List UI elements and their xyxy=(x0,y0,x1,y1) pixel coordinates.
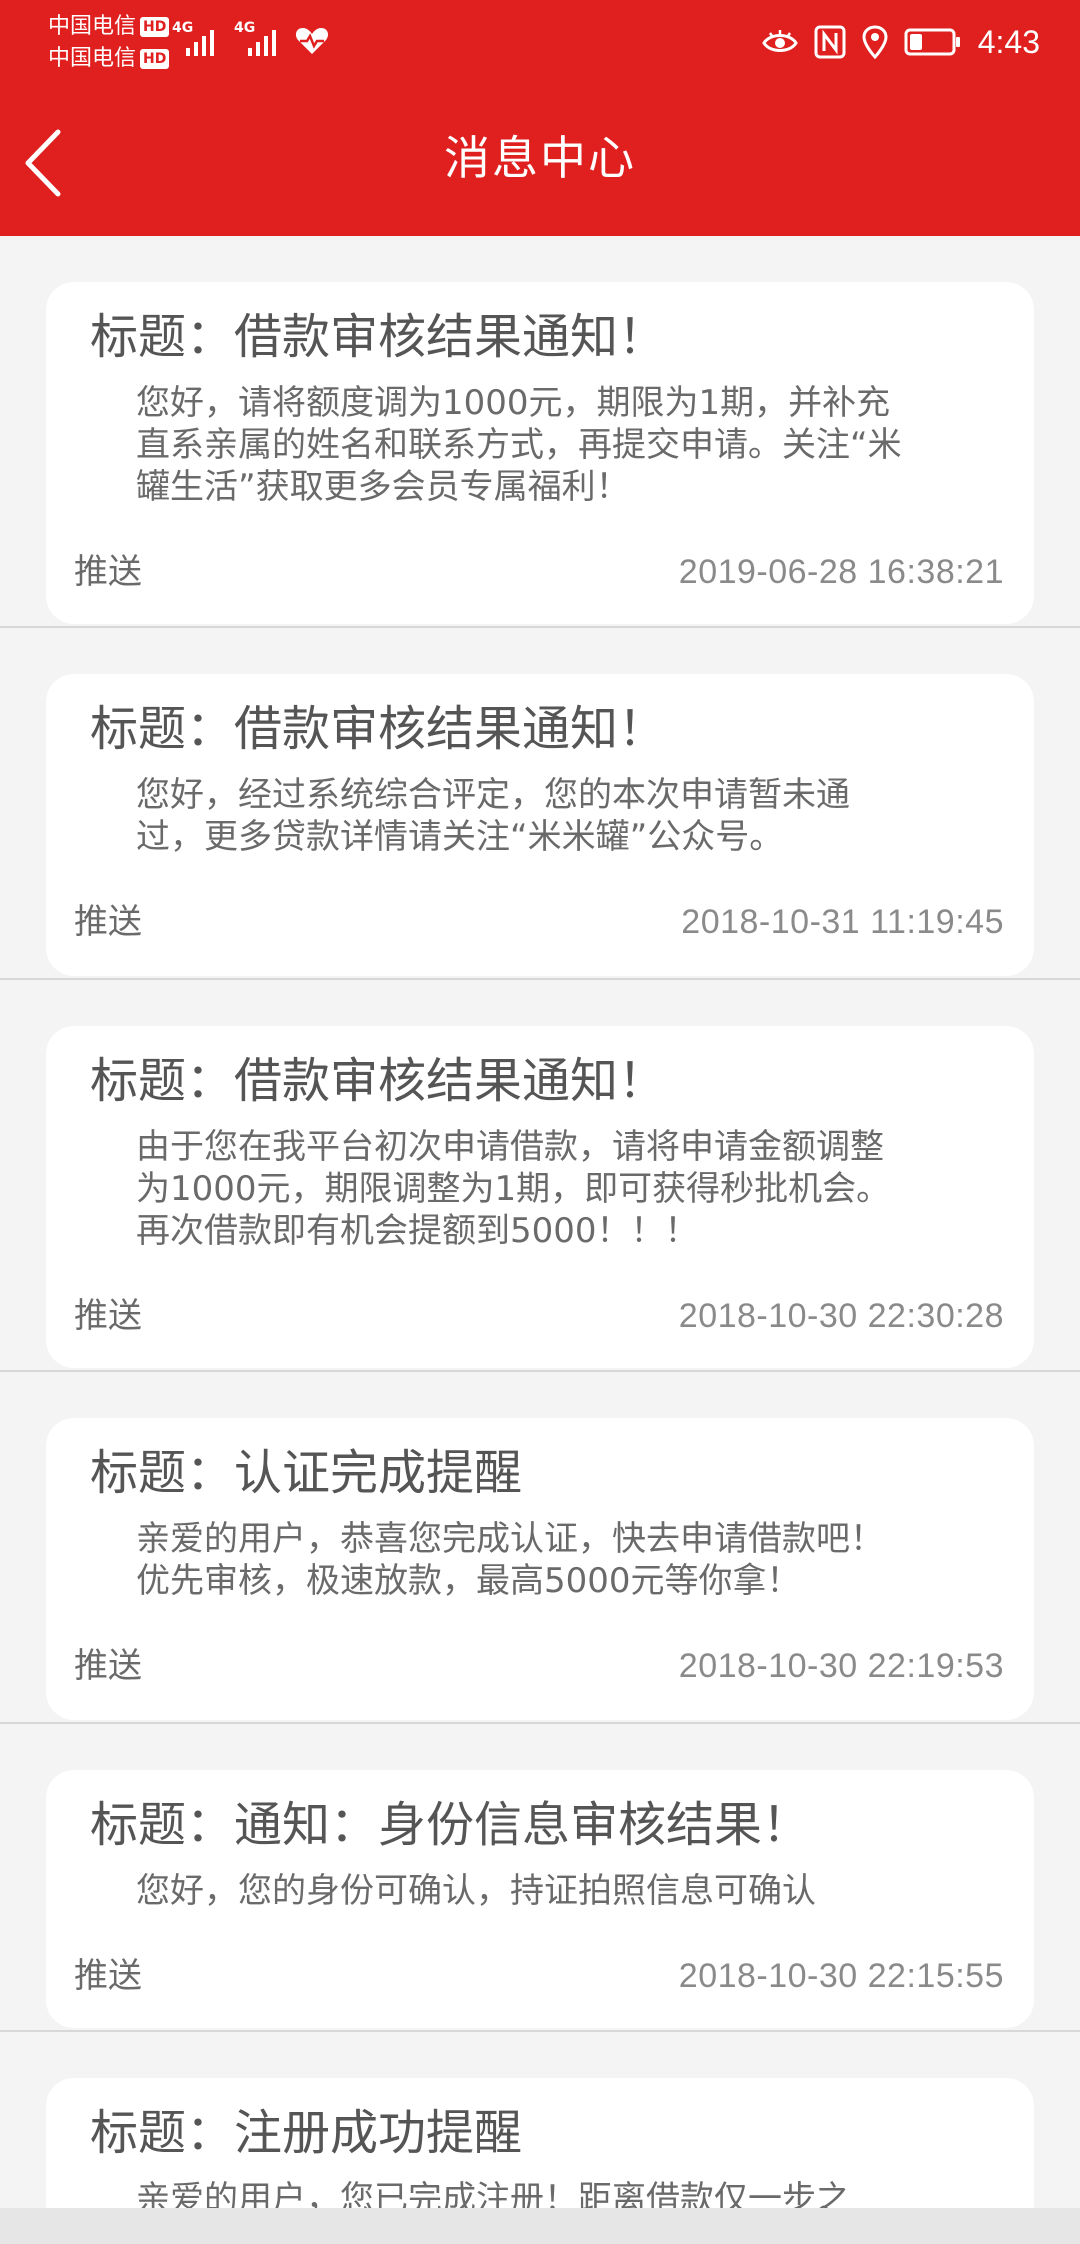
signal-strength-icon-1 xyxy=(186,30,214,56)
message-body-line: 优先审核，极速放款，最高5000元等你拿！ xyxy=(136,1561,801,1601)
message-body-line: 再次借款即有机会提额到5000！！！ xyxy=(136,1211,699,1251)
message-title: 标题：注册成功提醒 xyxy=(90,2105,523,2161)
bottom-edge xyxy=(0,2208,1080,2244)
hd-badge-2: HD xyxy=(140,49,170,69)
message-timestamp: 2018-10-30 22:19:53 xyxy=(678,1647,1004,1685)
nfc-icon xyxy=(814,25,846,59)
message-title: 标题：借款审核结果通知！ xyxy=(90,309,667,365)
message-title: 标题：认证完成提醒 xyxy=(90,1445,523,1501)
carrier-line-2: 中国电信 HD xyxy=(48,44,170,74)
message-list[interactable]: 标题：借款审核结果通知！ 您好，请将额度调为1000元，期限为1期，并补充 直系… xyxy=(0,236,1080,2244)
message-body: 您好，您的身份可确认，持证拍照信息可确认 xyxy=(136,1870,996,1912)
message-body-line: 直系亲属的姓名和联系方式，再提交申请。关注“米 xyxy=(136,425,902,465)
carrier-name-2: 中国电信 xyxy=(48,46,137,71)
list-divider xyxy=(0,1722,1080,1724)
screen: 中国电信 HD 中国电信 HD 4G 4G 4:43 消息中心 标题：借款审核结… xyxy=(0,0,1080,2244)
message-source-label: 推送 xyxy=(74,1296,142,1336)
list-divider xyxy=(0,626,1080,628)
message-title: 标题：通知：身份信息审核结果！ xyxy=(90,1797,811,1853)
message-title: 标题：借款审核结果通知！ xyxy=(90,701,667,757)
list-divider xyxy=(0,1370,1080,1372)
carrier-line-1: 中国电信 HD xyxy=(48,12,170,42)
hd-badge-1: HD xyxy=(140,17,170,37)
list-divider xyxy=(0,978,1080,980)
signal-indicators: 4G 4G xyxy=(172,20,332,60)
status-right-group: 4:43 xyxy=(761,18,1040,66)
message-source-label: 推送 xyxy=(74,552,142,592)
battery-icon xyxy=(904,28,960,56)
status-bar: 中国电信 HD 中国电信 HD 4G 4G 4:43 xyxy=(0,0,1080,86)
message-card[interactable]: 标题：认证完成提醒 亲爱的用户，恭喜您完成认证，快去申请借款吧！ 优先审核，极速… xyxy=(46,1418,1034,1720)
message-body-line: 罐生活”获取更多会员专属福利！ xyxy=(136,467,630,507)
message-body-line: 您好，经过系统综合评定，您的本次申请暂未通 xyxy=(136,775,850,815)
message-title: 标题：借款审核结果通知！ xyxy=(90,1053,667,1109)
message-source-label: 推送 xyxy=(74,1646,142,1686)
location-icon xyxy=(862,25,888,59)
message-body-line: 亲爱的用户，恭喜您完成认证，快去申请借款吧！ xyxy=(136,1519,884,1559)
message-body-line: 过，更多贷款详情请关注“米米罐”公众号。 xyxy=(136,817,784,857)
message-body-line: 您好，您的身份可确认，持证拍照信息可确认 xyxy=(136,1871,816,1911)
message-body-line: 为1000元，期限调整为1期，即可获得秒批机会。 xyxy=(136,1169,891,1209)
message-timestamp: 2018-10-30 22:30:28 xyxy=(678,1297,1004,1335)
message-body-line: 您好，请将额度调为1000元，期限为1期，并补充 xyxy=(136,383,891,423)
page-title: 消息中心 xyxy=(444,131,636,185)
message-body-line: 由于您在我平台初次申请借款，请将申请金额调整 xyxy=(136,1127,884,1167)
message-source-label: 推送 xyxy=(74,1956,142,1996)
message-body: 您好，请将额度调为1000元，期限为1期，并补充 直系亲属的姓名和联系方式，再提… xyxy=(136,382,996,508)
carrier-name-1: 中国电信 xyxy=(48,14,137,39)
message-body: 由于您在我平台初次申请借款，请将申请金额调整 为1000元，期限调整为1期，即可… xyxy=(136,1126,996,1252)
nav-bar: 消息中心 xyxy=(0,86,1080,236)
message-timestamp: 2019-06-28 16:38:21 xyxy=(678,553,1004,591)
message-timestamp: 2018-10-31 11:19:45 xyxy=(681,903,1004,941)
health-heart-icon xyxy=(295,28,329,54)
message-source-label: 推送 xyxy=(74,902,142,942)
message-card[interactable]: 标题：借款审核结果通知！ 您好，经过系统综合评定，您的本次申请暂未通 过，更多贷… xyxy=(46,674,1034,976)
list-divider xyxy=(0,2030,1080,2032)
message-card[interactable]: 标题：通知：身份信息审核结果！ 您好，您的身份可确认，持证拍照信息可确认 推送 … xyxy=(46,1770,1034,2028)
message-card[interactable]: 标题：借款审核结果通知！ 由于您在我平台初次申请借款，请将申请金额调整 为100… xyxy=(46,1026,1034,1368)
message-body: 亲爱的用户，恭喜您完成认证，快去申请借款吧！ 优先审核，极速放款，最高5000元… xyxy=(136,1518,996,1602)
clock-time: 4:43 xyxy=(977,24,1040,60)
message-card[interactable]: 标题：借款审核结果通知！ 您好，请将额度调为1000元，期限为1期，并补充 直系… xyxy=(46,282,1034,624)
message-timestamp: 2018-10-30 22:15:55 xyxy=(678,1957,1004,1995)
message-body: 您好，经过系统综合评定，您的本次申请暂未通 过，更多贷款详情请关注“米米罐”公众… xyxy=(136,774,996,858)
eye-icon xyxy=(761,30,798,52)
signal-strength-icon-2 xyxy=(248,30,276,56)
